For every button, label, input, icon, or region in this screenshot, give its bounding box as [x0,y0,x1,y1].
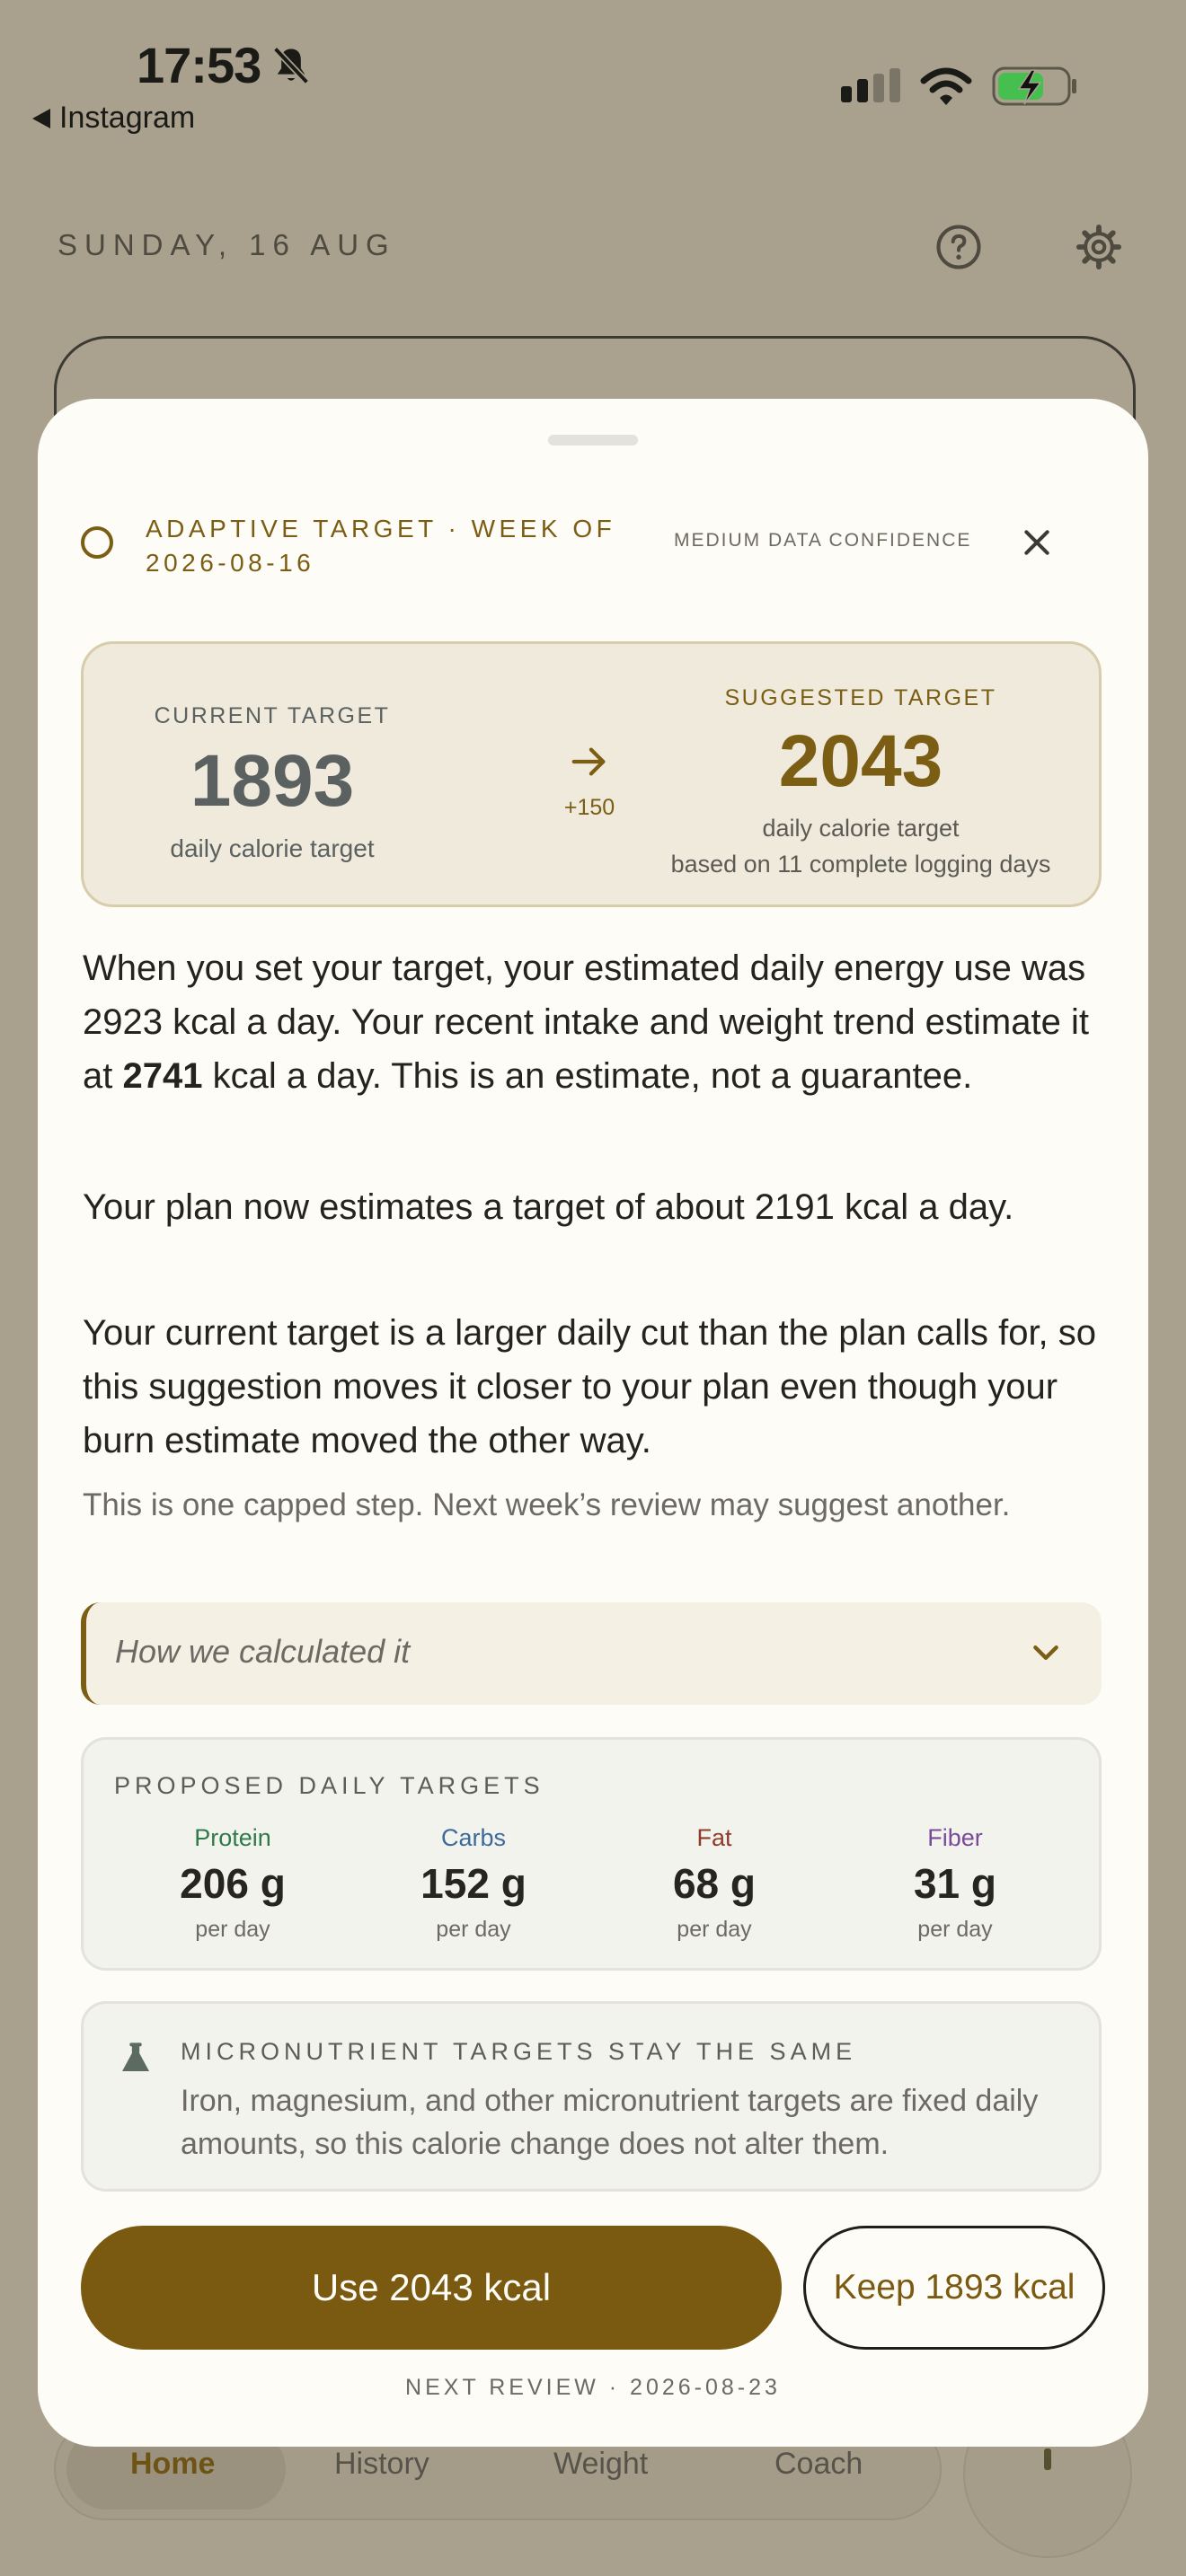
use-suggested-target-button[interactable]: Use 2043 kcal [81,2226,782,2350]
status-time: 17:53 [137,37,261,93]
target-delta: +150 [563,795,615,820]
macro-value: 152 g [420,1860,527,1907]
help-icon[interactable] [934,223,983,271]
macro-name: Fiber [927,1824,983,1851]
suggested-target-value: 2043 [778,720,943,802]
proposed-targets-card: PROPOSED DAILY TARGETS Protein 206 g per… [81,1737,1102,1971]
macro-value: 31 g [913,1860,997,1907]
macro-per: per day [677,1917,752,1942]
close-icon[interactable] [1019,525,1055,560]
suggested-target-label: SUGGESTED TARGET [724,685,997,710]
macro-carbs: Carbs 152 g per day [384,1824,563,1943]
accordion-label: How we calculated it [115,1633,411,1670]
estimated-burn-value: 2741 [122,1056,203,1096]
plus-icon [1044,2448,1051,2470]
arrow-right-icon [571,747,606,776]
gear-icon[interactable] [1075,223,1123,271]
micronutrient-title: MICRONUTRIENT TARGETS STAY THE SAME [181,2038,857,2065]
micronutrient-body: Iron, magnesium, and other micronutrient… [181,2084,1039,2161]
circle-icon [81,526,113,559]
wifi-icon [920,67,972,105]
adaptive-target-sheet: ADAPTIVE TARGET · WEEK OF 2026-08-16 MED… [38,399,1148,2447]
nav-coach[interactable]: Coach [774,2447,863,2482]
back-app-label: Instagram [59,101,196,135]
nav-history[interactable]: History [334,2447,429,2482]
explanation-paragraph-2: Your plan now estimates a target of abou… [83,1187,1014,1227]
nav-weight[interactable]: Weight [553,2447,648,2482]
current-target-value: 1893 [190,740,355,822]
confidence-badge: MEDIUM DATA CONFIDENCE [674,530,972,551]
sheet-drag-handle[interactable] [548,435,638,446]
macro-per: per day [436,1917,511,1942]
suggested-target-caption: daily calorie target [762,815,960,842]
macro-fat: Fat 68 g per day [624,1824,804,1943]
battery-charging-icon [992,66,1076,106]
current-target-caption: daily calorie target [170,834,375,862]
back-triangle-icon [32,109,50,128]
date-heading: SUNDAY, 16 AUG [58,228,396,261]
bell-slash-icon [272,46,310,84]
capped-step-note: This is one capped step. Next week’s rev… [83,1487,1011,1522]
macro-name: Fat [696,1824,732,1851]
suggested-target-basis: based on 11 complete logging days [670,851,1051,878]
current-target-label: CURRENT TARGET [154,703,391,728]
back-to-app-link[interactable]: Instagram [32,101,195,136]
macro-fiber: Fiber 31 g per day [865,1824,1045,1943]
sheet-title: ADAPTIVE TARGET · WEEK OF 2026-08-16 [146,515,616,577]
micronutrient-info-card: MICRONUTRIENT TARGETS STAY THE SAME Iron… [81,2001,1102,2192]
macro-per: per day [195,1917,270,1942]
macro-name: Protein [194,1824,271,1851]
cellular-signal-icon [841,68,900,102]
macro-per: per day [917,1917,993,1942]
paragraph-1-text-end: kcal a day. This is an estimate, not a g… [202,1056,973,1096]
explanation-paragraph-3: Your current target is a larger daily cu… [83,1313,1097,1460]
macro-value: 68 g [672,1860,757,1907]
proposed-targets-title: PROPOSED DAILY TARGETS [114,1772,544,1799]
explanation-paragraph-1: When you set your target, your estimated… [83,941,1107,1103]
macro-name: Carbs [440,1824,507,1851]
target-comparison-card: CURRENT TARGET 1893 daily calorie target… [81,641,1102,907]
chevron-down-icon [1033,1645,1058,1660]
macro-value: 206 g [180,1860,286,1907]
next-review-date: NEXT REVIEW · 2026-08-23 [405,2375,781,2400]
flask-icon [122,2042,149,2071]
keep-current-target-button[interactable]: Keep 1893 kcal [803,2226,1105,2350]
how-we-calculated-accordion[interactable]: How we calculated it [81,1602,1102,1705]
macro-protein: Protein 206 g per day [143,1824,323,1943]
nav-home[interactable]: Home [130,2447,215,2482]
